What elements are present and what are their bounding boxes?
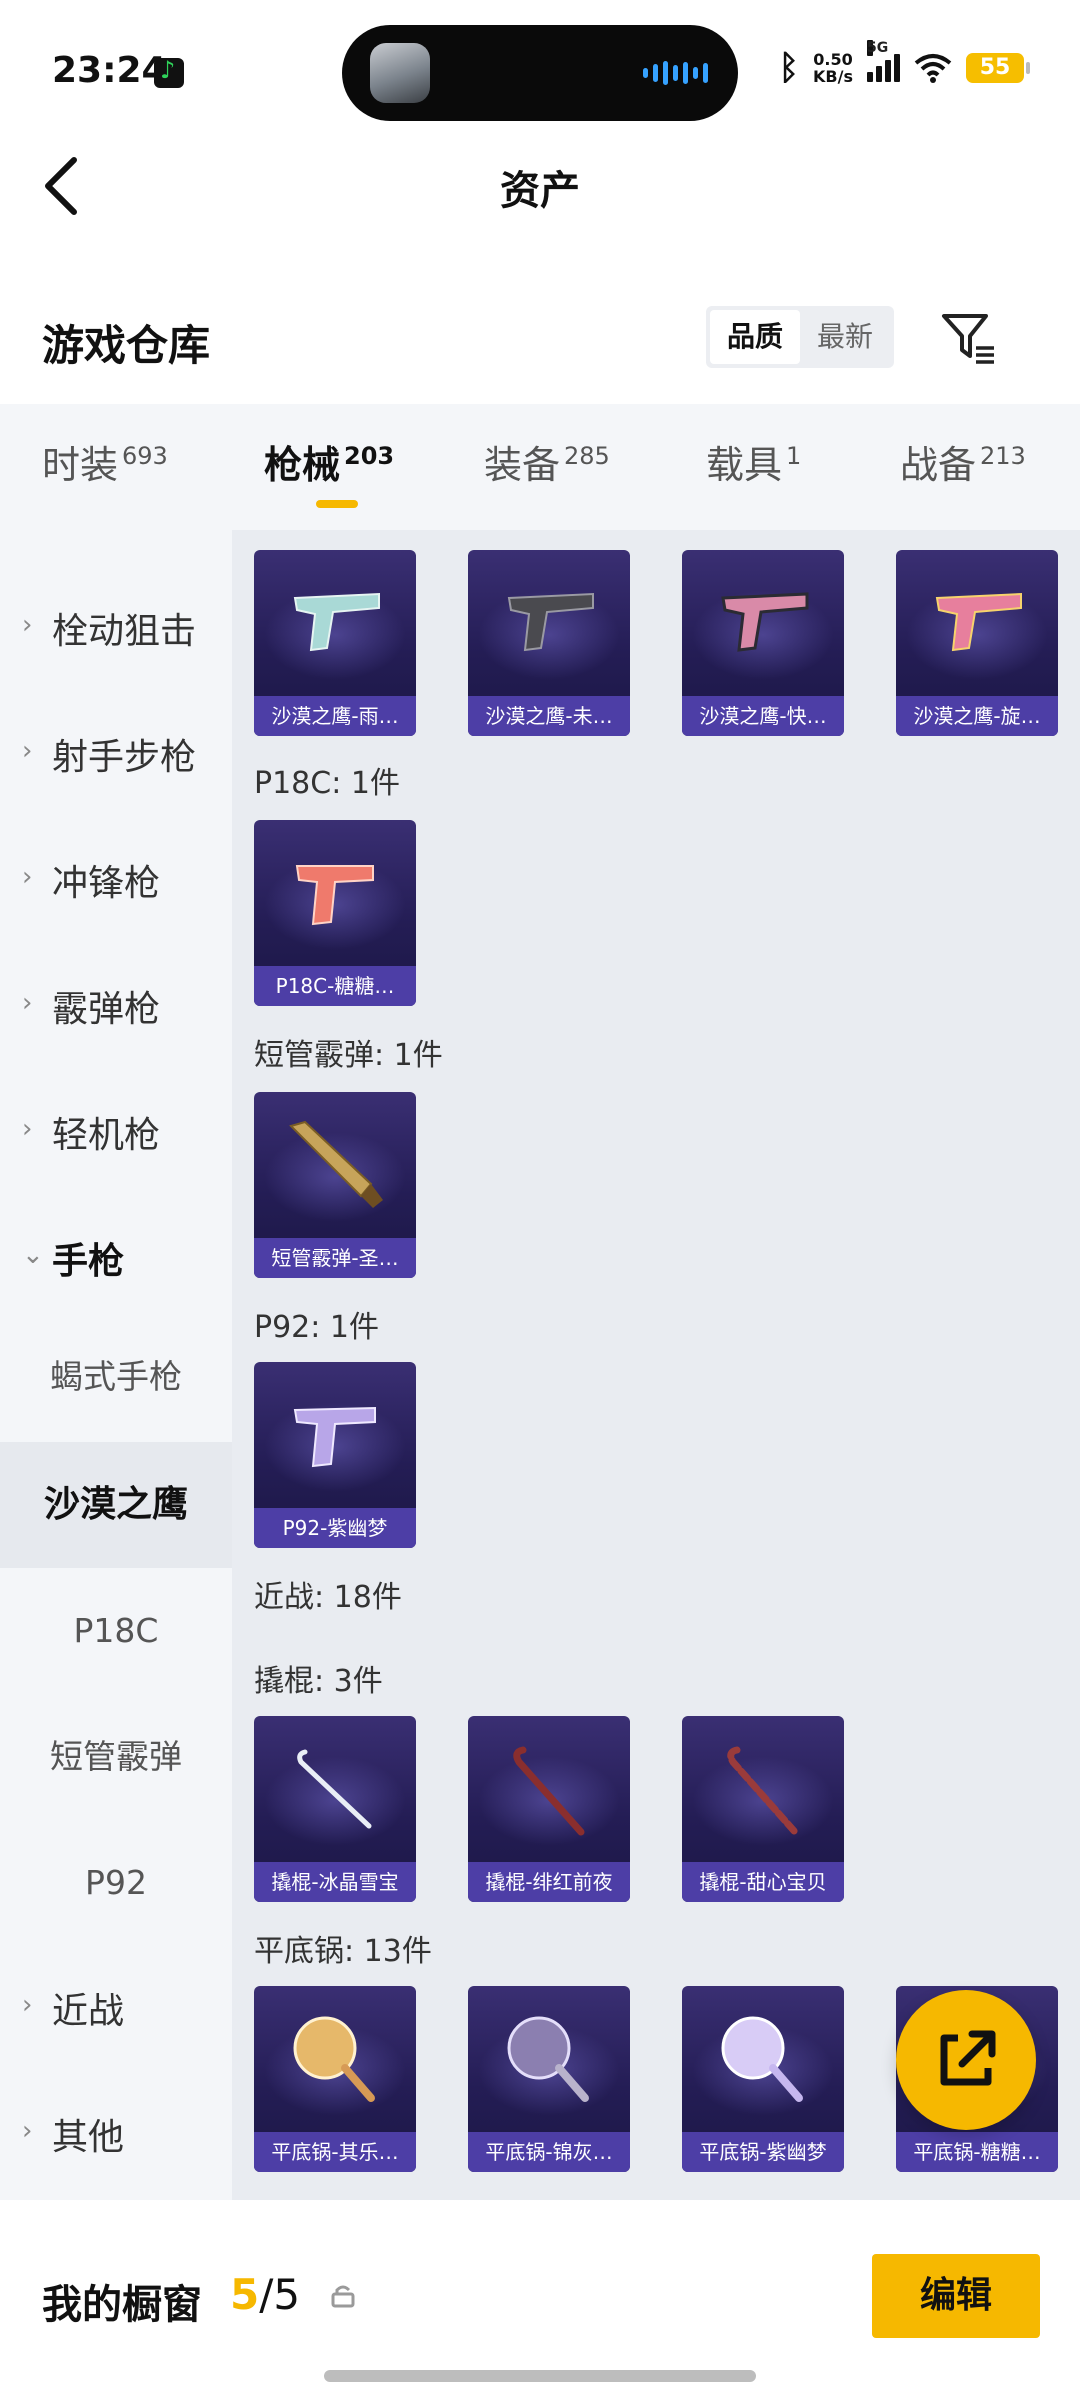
item-card[interactable]: 平底锅-紫幽梦 xyxy=(682,1986,844,2172)
sort-newest-button[interactable]: 最新 xyxy=(800,310,890,364)
status-time: 23:24 xyxy=(52,50,167,91)
sidebar-item-smg[interactable]: › 冲锋枪 xyxy=(0,818,232,944)
home-indicator[interactable] xyxy=(324,2370,756,2382)
frying-pan-icon xyxy=(507,2016,589,2102)
pistol-icon xyxy=(295,865,374,926)
filter-icon xyxy=(942,314,994,364)
tab-firearms[interactable]: 枪械 203 xyxy=(264,434,394,489)
dynamic-island[interactable] xyxy=(342,25,738,121)
item-card[interactable]: P92-紫幽梦 xyxy=(254,1362,416,1548)
chevron-right-icon: › xyxy=(22,862,33,892)
crowbar-icon xyxy=(297,1749,372,1829)
battery-indicator: 55 xyxy=(966,53,1030,83)
item-card[interactable]: 短管霰弹-圣… xyxy=(254,1092,416,1278)
group-header-p92: P92: 1件 xyxy=(254,1310,379,1345)
group-header-frying-pan: 平底锅: 13件 xyxy=(254,1934,432,1969)
filter-button[interactable] xyxy=(938,308,998,368)
bluetooth-icon: ᛒ xyxy=(778,48,800,88)
item-card[interactable]: 沙漠之鹰-未… xyxy=(468,550,630,736)
sort-toggle: 品质 最新 xyxy=(706,306,894,368)
wifi-icon xyxy=(914,54,952,83)
chevron-right-icon: › xyxy=(22,610,33,640)
chevron-right-icon: › xyxy=(22,988,33,1018)
crowbar-icon xyxy=(727,1746,799,1836)
sidebar-item-shotgun[interactable]: › 霰弹枪 xyxy=(0,944,232,1070)
pistol-icon xyxy=(935,592,1022,652)
sidebar-item-pistol[interactable]: ⌄ 手枪 xyxy=(0,1196,232,1322)
item-card[interactable]: 平底锅-其乐… xyxy=(254,1986,416,2172)
edit-button[interactable]: 编辑 xyxy=(872,2254,1040,2338)
warehouse-title: 游戏仓库 xyxy=(42,321,211,370)
category-tabs: 时装 693 枪械 203 装备 285 载具 1 战备 213 xyxy=(0,404,1080,530)
item-card[interactable]: 沙漠之鹰-旋… xyxy=(896,550,1058,736)
weapon-sidebar: › 栓动狙击 › 射手步枪 › 冲锋枪 › 霰弹枪 › 轻机枪 ⌄ 手枪 蝎式手枪 沙漠之鹰… xyxy=(0,530,232,2200)
sidebar-item-lmg[interactable]: › 轻机枪 xyxy=(0,1070,232,1196)
sidebar-sub-p18c[interactable]: P18C xyxy=(0,1568,232,1694)
group-header-melee: 近战: 18件 xyxy=(254,1580,402,1615)
sidebar-item-bolt-sniper[interactable]: › 栓动狙击 xyxy=(0,566,232,692)
tab-supplies[interactable]: 战备 213 xyxy=(900,434,1026,489)
frying-pan-icon xyxy=(721,2016,803,2102)
status-bar: 23:24 ᛒ 0.50 KB/s 5G 55 xyxy=(0,0,1080,140)
shotgun-icon xyxy=(289,1120,383,1208)
item-card[interactable]: 沙漠之鹰-快… xyxy=(682,550,844,736)
sidebar-sub-scorpion[interactable]: 蝎式手枪 xyxy=(0,1314,232,1440)
pistol-icon xyxy=(293,592,380,652)
tab-vehicles[interactable]: 载具 1 xyxy=(706,434,801,489)
music-app-icon xyxy=(154,56,184,88)
sidebar-sub-p92[interactable]: P92 xyxy=(0,1820,232,1946)
audio-wave-icon xyxy=(643,61,708,85)
group-header-crowbar: 撬棍: 3件 xyxy=(254,1664,383,1699)
item-card[interactable]: 撬棍-甜心宝贝 xyxy=(682,1716,844,1902)
item-card[interactable]: P18C-糖糖… xyxy=(254,820,416,1006)
chevron-right-icon: › xyxy=(22,1114,33,1144)
pistol-icon xyxy=(507,592,594,652)
page-title: 资产 xyxy=(500,168,580,214)
pistol-icon xyxy=(293,1406,376,1468)
tab-fashion[interactable]: 时装 693 xyxy=(42,434,168,489)
share-external-icon xyxy=(940,2030,996,2086)
showcase-count: 5/5 xyxy=(230,2270,301,2319)
sort-quality-button[interactable]: 品质 xyxy=(710,310,800,364)
item-card[interactable]: 平底锅-锦灰… xyxy=(468,1986,630,2172)
group-header-short-shotgun: 短管霰弹: 1件 xyxy=(254,1038,443,1073)
item-grid: 沙漠之鹰-雨… 沙漠之鹰-未… 沙漠之鹰-快… 沙漠之鹰-旋… P18C: 1件… xyxy=(232,530,1080,2200)
sidebar-item-marksman-rifle[interactable]: › 射手步枪 xyxy=(0,692,232,818)
group-header-p18c: P18C: 1件 xyxy=(254,766,400,801)
active-tab-indicator xyxy=(316,500,358,508)
crowbar-icon xyxy=(513,1746,585,1836)
showcase-label: 我的橱窗 xyxy=(42,2282,202,2328)
lock-icon xyxy=(331,2285,355,2308)
tab-equipment[interactable]: 装备 285 xyxy=(484,434,610,489)
share-button[interactable] xyxy=(896,1990,1036,2130)
chevron-right-icon: › xyxy=(22,1990,33,2020)
chevron-down-icon: ⌄ xyxy=(22,1240,44,1270)
pistol-icon xyxy=(721,592,809,652)
sidebar-sub-desert-eagle[interactable]: 沙漠之鹰 xyxy=(0,1442,232,1568)
chevron-right-icon: › xyxy=(22,2116,33,2146)
sidebar-sub-short-shotgun[interactable]: 短管霰弹 xyxy=(0,1694,232,1820)
item-card[interactable]: 沙漠之鹰-雨… xyxy=(254,550,416,736)
sidebar-item-other[interactable]: › 其他 xyxy=(0,2072,232,2198)
chevron-right-icon: › xyxy=(22,736,33,766)
status-icons: ᛒ 0.50 KB/s 5G 55 xyxy=(778,40,1030,88)
cellular-signal-icon: 5G xyxy=(867,40,900,82)
frying-pan-icon xyxy=(293,2016,375,2102)
media-thumbnail xyxy=(370,43,430,103)
item-card[interactable]: 撬棍-冰晶雪宝 xyxy=(254,1716,416,1902)
sidebar-item-melee[interactable]: › 近战 xyxy=(0,1946,232,2072)
showcase-bar: 我的橱窗 5/5 编辑 xyxy=(0,2200,1080,2400)
network-speed: 0.50 KB/s xyxy=(813,50,853,86)
item-card[interactable]: 撬棍-绯红前夜 xyxy=(468,1716,630,1902)
